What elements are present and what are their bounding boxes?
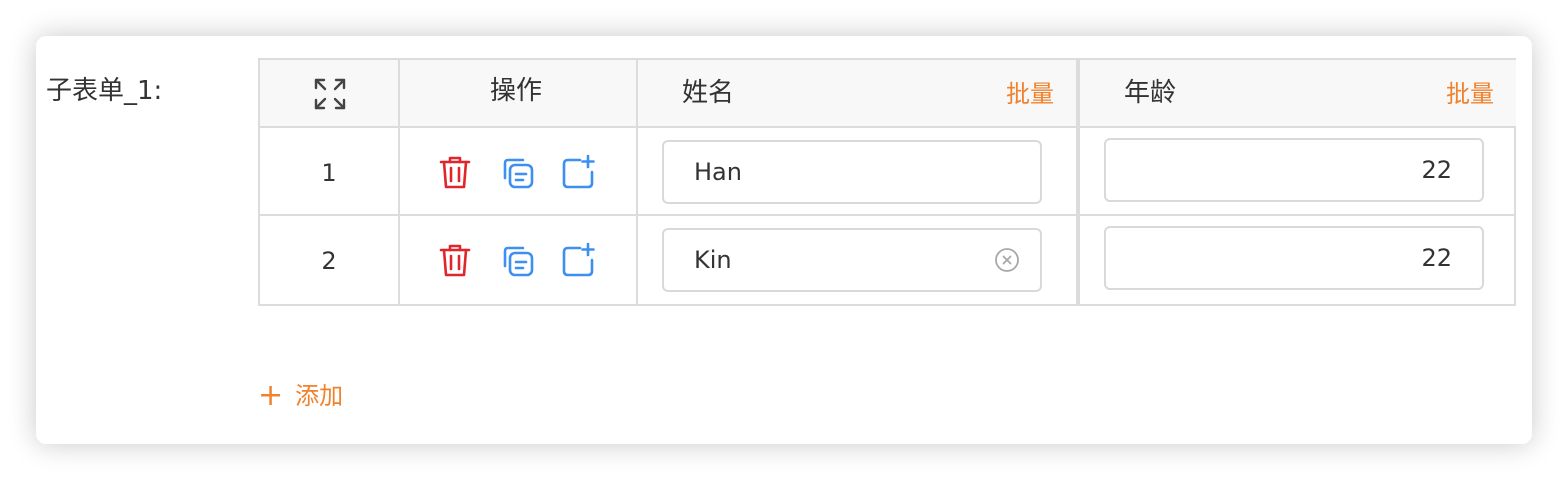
- subform-label: 子表单_1:: [46, 76, 163, 106]
- header-actions-cell: 操作: [400, 60, 638, 128]
- copy-icon[interactable]: [499, 242, 535, 278]
- age-batch-link[interactable]: 批量: [1446, 77, 1494, 111]
- insert-icon[interactable]: [560, 242, 596, 278]
- clear-icon[interactable]: [994, 247, 1020, 273]
- add-row-button[interactable]: + 添加: [258, 380, 343, 412]
- row-2-actions-cell: [400, 216, 638, 306]
- age-input[interactable]: 22: [1104, 138, 1484, 202]
- row-2-age-cell: 22: [1078, 216, 1516, 306]
- row-2-index-cell: 2: [260, 216, 400, 306]
- subform-card: 子表单_1: 操作 姓名 批量 年龄 批量 1 Han 22 2 Kin 22 …: [36, 36, 1532, 444]
- age-input-value: 22: [1421, 244, 1452, 272]
- header-name-cell: 姓名 批量: [638, 60, 1078, 128]
- delete-icon[interactable]: [437, 154, 473, 190]
- insert-icon[interactable]: [560, 154, 596, 190]
- name-input-value: Han: [694, 158, 742, 186]
- header-age-cell: 年龄 批量: [1078, 60, 1516, 128]
- header-expand-cell: [260, 60, 400, 128]
- header-age-label: 年龄: [1124, 78, 1177, 108]
- name-batch-link[interactable]: 批量: [1006, 77, 1054, 111]
- header-name-label: 姓名: [682, 78, 735, 108]
- age-input[interactable]: 22: [1104, 226, 1484, 290]
- age-input-value: 22: [1421, 156, 1452, 184]
- name-input[interactable]: Kin: [662, 228, 1042, 292]
- copy-icon[interactable]: [499, 154, 535, 190]
- row-index: 2: [321, 247, 337, 275]
- name-input-value: Kin: [694, 246, 732, 274]
- row-2-name-cell: Kin: [638, 216, 1078, 306]
- add-row-label: 添加: [295, 382, 344, 410]
- subform-table: 操作 姓名 批量 年龄 批量 1 Han 22 2 Kin 22: [258, 58, 1516, 306]
- row-index: 1: [321, 159, 337, 187]
- name-input[interactable]: Han: [662, 140, 1042, 204]
- plus-icon: +: [258, 378, 284, 413]
- row-1-actions-cell: [400, 128, 638, 216]
- row-1-index-cell: 1: [260, 128, 400, 216]
- delete-icon[interactable]: [437, 242, 473, 278]
- expand-icon[interactable]: [312, 76, 348, 112]
- row-1-age-cell: 22: [1078, 128, 1516, 216]
- row-1-name-cell: Han: [638, 128, 1078, 216]
- header-actions-label: 操作: [490, 76, 543, 106]
